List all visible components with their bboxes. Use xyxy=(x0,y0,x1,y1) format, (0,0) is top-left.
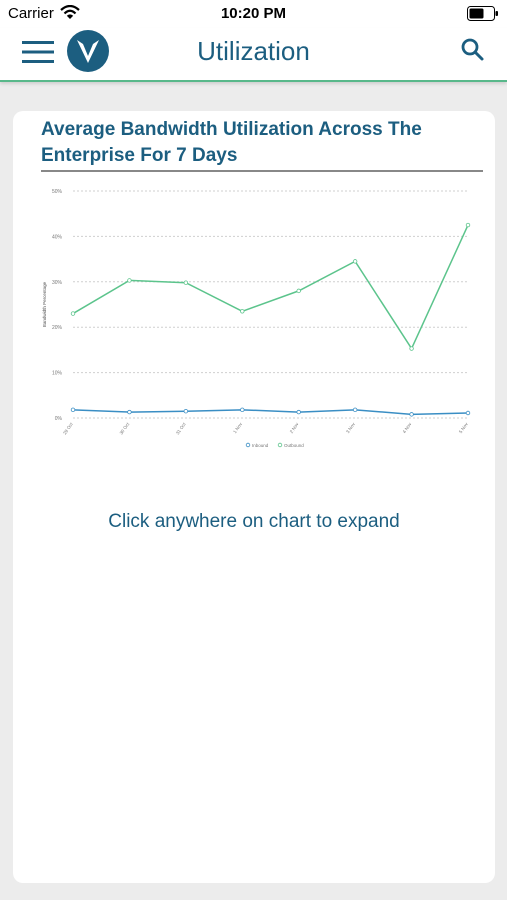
data-point-outbound xyxy=(352,259,358,264)
x-tick-label: 3 Nov xyxy=(345,421,356,434)
legend-label-inbound: Inbound xyxy=(252,443,269,448)
legend-marker-outbound xyxy=(277,442,283,448)
data-point-inbound xyxy=(127,409,132,415)
data-point-outbound xyxy=(409,346,414,351)
search-icon[interactable] xyxy=(459,36,487,64)
app-header: Utilization xyxy=(0,28,507,82)
data-point-inbound xyxy=(465,410,471,416)
data-point-outbound xyxy=(127,278,132,283)
data-point-outbound xyxy=(183,280,189,285)
page-title: Utilization xyxy=(197,36,310,66)
data-point-outbound xyxy=(70,311,76,316)
x-tick-label: 4 Nov xyxy=(402,421,413,434)
y-tick-label: 10% xyxy=(52,371,63,377)
x-tick-label: 29 Oct xyxy=(62,421,74,435)
data-point-outbound xyxy=(296,288,301,294)
chart-card[interactable]: Average Bandwidth Utilization Across The… xyxy=(13,111,495,883)
title-divider xyxy=(41,170,483,172)
data-point-inbound xyxy=(352,407,358,413)
x-tick-label: 1 Nov xyxy=(232,421,243,434)
y-axis-label: Bandwidth Percentage xyxy=(42,281,47,327)
x-tick-label: 2 Nov xyxy=(289,421,300,434)
legend-label-outbound: Outbound xyxy=(284,443,304,448)
y-tick-label: 50% xyxy=(52,189,63,195)
expand-hint[interactable]: Click anywhere on chart to expand xyxy=(13,511,495,533)
data-point-inbound xyxy=(240,407,245,413)
bandwidth-line-chart[interactable]: 0% 10% 20% 30% 40% 50% Bandwidth Percentage 29 … xyxy=(33,183,478,458)
y-tick-label: 40% xyxy=(52,234,63,240)
data-point-inbound xyxy=(409,412,414,417)
series-line-outbound xyxy=(72,224,469,351)
y-tick-label: 20% xyxy=(52,325,63,331)
chart-title: Average Bandwidth Utilization Across The… xyxy=(41,119,422,166)
status-bar: Carrier 10:20 PM xyxy=(0,0,507,28)
status-time: 10:20 PM xyxy=(220,5,287,22)
data-point-inbound xyxy=(183,408,189,414)
data-point-outbound xyxy=(240,309,245,314)
x-tick-label: 31 Oct xyxy=(175,421,187,435)
battery-icon xyxy=(467,6,498,21)
y-tick-label: 30% xyxy=(52,280,63,286)
data-point-inbound xyxy=(296,409,301,415)
legend-marker-inbound xyxy=(245,442,251,448)
data-point-outbound xyxy=(465,222,471,228)
x-tick-label: 30 Oct xyxy=(119,421,131,435)
x-tick-label: 5 Nov xyxy=(458,421,469,434)
series-line-inbound xyxy=(72,409,469,416)
data-point-inbound xyxy=(70,407,76,413)
y-tick-label: 0% xyxy=(55,416,63,422)
